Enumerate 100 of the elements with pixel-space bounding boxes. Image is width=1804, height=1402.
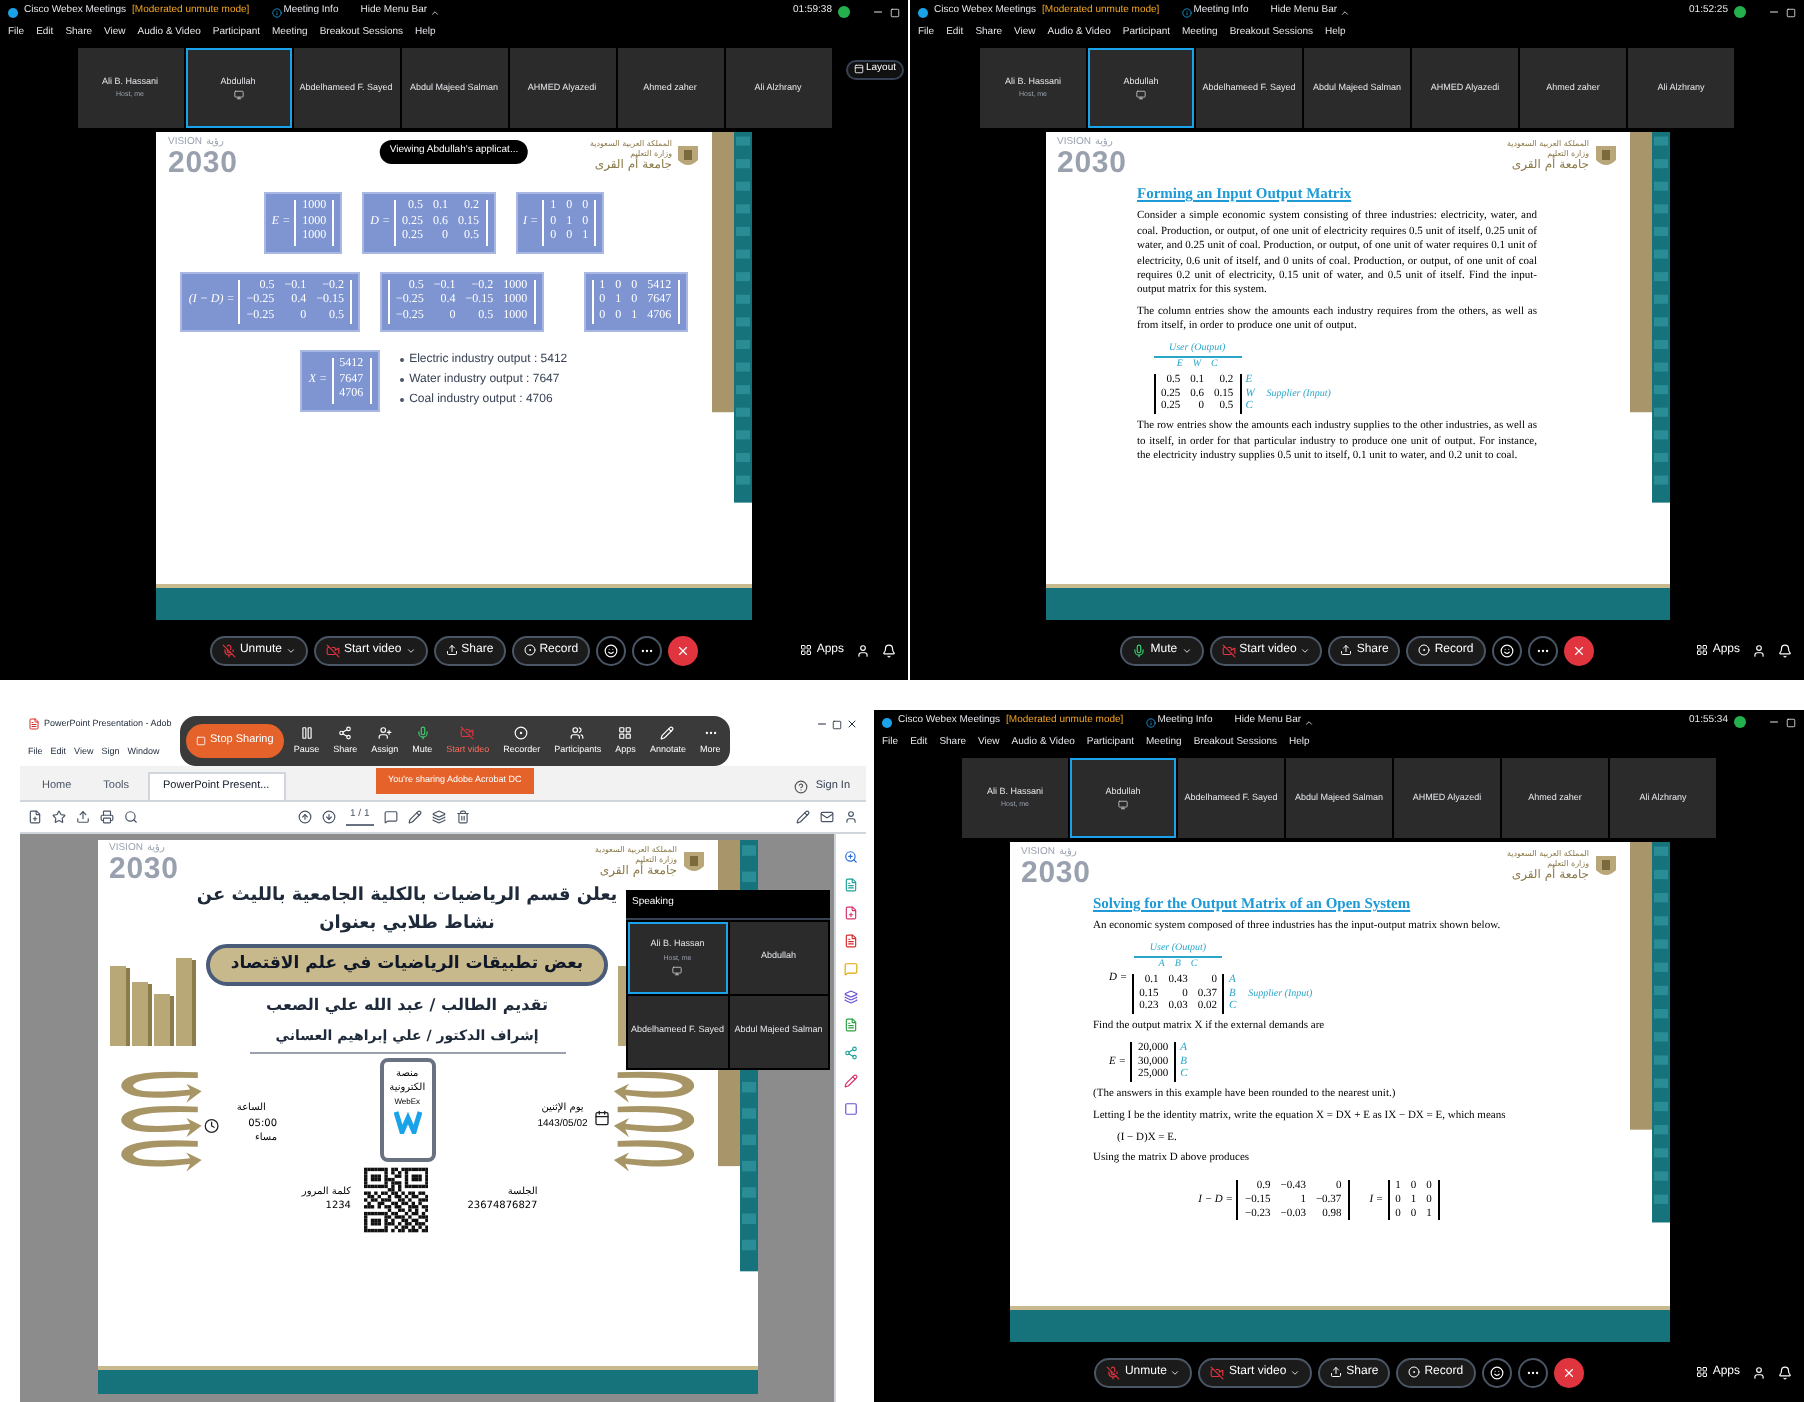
pdf-app-icon <box>28 718 40 730</box>
search-icon[interactable] <box>124 810 138 824</box>
logo-year: 2030 <box>109 854 179 884</box>
page-up-icon[interactable] <box>298 810 312 824</box>
screen-share-icon <box>1118 800 1128 811</box>
close-icon <box>676 643 691 657</box>
record-icon <box>1408 1366 1421 1378</box>
screen-share-icon <box>672 966 683 976</box>
stop-icon <box>196 736 206 746</box>
caret-icon <box>1181 645 1192 655</box>
apps-icon <box>1696 644 1709 656</box>
user-icon[interactable] <box>844 810 858 824</box>
comment-icon[interactable] <box>383 810 398 824</box>
emblem-icon <box>1593 141 1617 170</box>
chevron-up-icon <box>429 7 440 17</box>
close-icon <box>1571 643 1586 657</box>
sign-icon[interactable] <box>796 810 810 824</box>
caret-icon <box>1290 1367 1301 1377</box>
minimize-icon[interactable] <box>1768 716 1780 728</box>
minimize-icon[interactable] <box>816 718 828 730</box>
upload-icon[interactable] <box>76 810 90 824</box>
pause-icon <box>299 725 314 740</box>
record-icon <box>523 644 536 656</box>
title-banner: بعض تطبيقات الرياضيات في علم الاقتصاد <box>206 944 608 986</box>
smile-icon <box>1489 1365 1504 1379</box>
document-icon[interactable] <box>844 934 858 948</box>
share-icon <box>1340 644 1353 656</box>
announcement-text: نشاط طلابي بعنوان <box>319 911 495 937</box>
maximize-icon[interactable] <box>832 719 842 729</box>
reactions-button[interactable] <box>1491 635 1522 665</box>
bullet-icon <box>399 398 404 403</box>
apps-icon <box>618 725 633 740</box>
app-logo-icon <box>8 7 18 17</box>
page-down-icon[interactable] <box>322 810 336 824</box>
apps-icon <box>800 644 813 656</box>
bullet-icon <box>399 358 404 363</box>
file-add-icon[interactable] <box>844 906 858 920</box>
app-logo-icon <box>918 7 928 17</box>
logo-year: 2030 <box>1021 858 1091 888</box>
apps-icon <box>1696 1366 1709 1378</box>
assign-icon <box>377 725 392 740</box>
pencil-icon[interactable] <box>407 810 422 824</box>
record-icon <box>514 725 529 740</box>
document-icon[interactable] <box>844 878 858 892</box>
caret-icon <box>1300 645 1311 655</box>
close-icon[interactable] <box>846 718 858 730</box>
reactions-button[interactable] <box>596 635 627 665</box>
leave-button[interactable] <box>1563 635 1594 665</box>
help-icon[interactable] <box>793 779 808 793</box>
emblem-icon <box>681 847 705 876</box>
pencil-icon[interactable] <box>844 1074 858 1088</box>
shape-icon[interactable] <box>844 1102 858 1116</box>
mail-icon[interactable] <box>820 810 834 824</box>
layers-icon[interactable] <box>431 810 446 824</box>
app-logo-icon <box>882 717 892 727</box>
share-icon[interactable] <box>844 1046 858 1060</box>
participants-icon[interactable] <box>1752 1365 1766 1379</box>
announcement-text: يعلن قسم الرياضيات بالكلية الجامعية بالليث عن <box>196 884 618 910</box>
chevron-up-icon <box>1339 7 1350 17</box>
close-icon <box>1561 1365 1576 1379</box>
participants-icon <box>570 725 585 740</box>
layout-icon <box>853 64 864 75</box>
webex-logo-icon <box>393 1109 422 1134</box>
share-icon <box>1330 1366 1343 1378</box>
emblem-icon <box>676 141 700 170</box>
screen-share-icon <box>233 90 243 101</box>
leave-button[interactable] <box>668 635 699 665</box>
bullet-icon <box>399 378 404 383</box>
participants-icon[interactable] <box>856 643 870 657</box>
emblem-icon <box>1593 851 1617 880</box>
smile-icon <box>1499 643 1514 657</box>
clock-icon <box>204 1117 220 1133</box>
layers-icon[interactable] <box>844 990 858 1004</box>
minimize-icon[interactable] <box>1768 6 1780 18</box>
zoom-icon[interactable] <box>844 850 858 864</box>
leave-button[interactable] <box>1553 1357 1584 1387</box>
calendar-icon <box>593 1109 610 1126</box>
share-icon <box>445 644 458 656</box>
caret-icon <box>1170 1367 1181 1377</box>
info-icon <box>1181 7 1192 17</box>
reactions-button[interactable] <box>1481 1357 1512 1387</box>
notification-icon[interactable] <box>1778 643 1792 657</box>
participants-icon[interactable] <box>1752 643 1766 657</box>
notification-icon[interactable] <box>1778 1365 1792 1379</box>
file-icon[interactable] <box>28 810 42 824</box>
caret-icon <box>285 645 296 655</box>
document-icon[interactable] <box>844 1018 858 1032</box>
caret-icon <box>405 645 416 655</box>
qr-code-drawing <box>363 1166 428 1235</box>
print-icon[interactable] <box>100 810 114 824</box>
notification-icon[interactable] <box>882 643 896 657</box>
minimize-icon[interactable] <box>872 6 884 18</box>
trash-icon[interactable] <box>455 810 470 824</box>
annotate-icon <box>660 725 675 740</box>
logo-year: 2030 <box>1057 148 1127 178</box>
info-icon <box>271 7 282 17</box>
info-icon <box>1145 717 1156 727</box>
presenter-text: تقديم الطالب / عبد الله علي الصعب <box>266 993 548 1018</box>
logo-year: 2030 <box>168 148 238 178</box>
star-icon[interactable] <box>52 810 66 824</box>
